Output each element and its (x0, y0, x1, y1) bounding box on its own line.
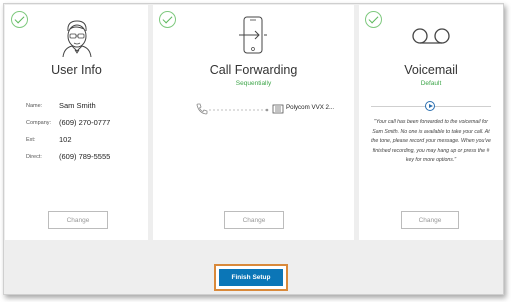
handset-icon (196, 103, 208, 115)
name-label: Name: (26, 103, 43, 109)
change-voicemail-button[interactable]: Change (401, 211, 459, 229)
name-value: Sam Smith (59, 101, 96, 110)
user-info-card: User Info Name: Sam Smith Company: (609)… (5, 5, 148, 240)
user-avatar-icon (62, 20, 92, 57)
check-icon (11, 11, 28, 28)
forwarding-mode: Sequentially (235, 80, 272, 87)
change-call-forwarding-button[interactable]: Change (224, 211, 284, 229)
card-title: Call Forwarding (209, 63, 298, 77)
desk-phone-icon (272, 104, 284, 114)
ext-label: Ext: (26, 137, 36, 143)
setup-summary-panel: User Info Name: Sam Smith Company: (609)… (3, 3, 504, 295)
direct-label: Direct: (26, 154, 42, 160)
direct-value: (609) 789-5555 (59, 152, 111, 161)
card-title: User Info (51, 63, 102, 77)
forwarding-device: Polycom VVX 2... (286, 104, 335, 111)
voicemail-icon (412, 28, 450, 44)
check-icon (365, 11, 382, 28)
change-user-info-button[interactable]: Change (48, 211, 108, 229)
company-value: (609) 270-0777 (59, 118, 111, 127)
phone-forward-icon (239, 16, 267, 54)
voicemail-greeting-text: "Your call has been forwarded to the voi… (371, 119, 491, 164)
finish-setup-button[interactable]: Finish Setup (219, 269, 283, 286)
play-icon[interactable] (425, 101, 435, 111)
voicemail-type: Default (420, 80, 442, 87)
voicemail-card: Voicemail Default "Your call has been fo… (359, 5, 503, 240)
call-forwarding-card: Call Forwarding Sequentially Polycom VVX… (153, 5, 354, 240)
connector-line (209, 108, 269, 112)
card-title: Voicemail (404, 63, 458, 77)
company-label: Company: (26, 120, 52, 126)
check-icon (159, 11, 176, 28)
finish-setup-highlight: Finish Setup (214, 264, 288, 291)
ext-value: 102 (59, 135, 72, 144)
